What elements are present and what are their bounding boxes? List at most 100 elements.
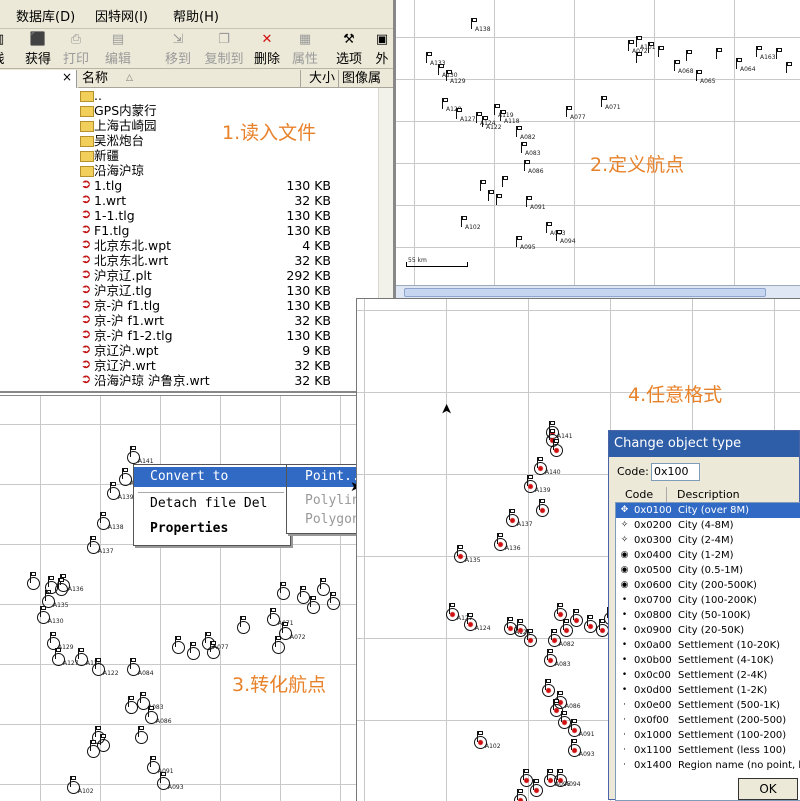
- file-row[interactable]: ➲ 1.wrt 32 KB: [76, 193, 338, 208]
- submenu-item-polygon[interactable]: Polygon: [287, 510, 356, 530]
- object-type-row[interactable]: ◉ 0x0600 City (200-500K): [616, 578, 800, 593]
- waypoint-map-view[interactable]: A138A133A130A129A128A127A124A122A119A118…: [395, 0, 800, 298]
- file-row[interactable]: ➲ 北京东北.wrt 32 KB: [76, 253, 338, 268]
- col-description-header[interactable]: Description: [666, 487, 740, 502]
- waypoint-label: A163: [760, 54, 776, 61]
- file-row[interactable]: ➲ F1.tlg 130 KB: [76, 223, 338, 238]
- ok-button[interactable]: OK: [738, 778, 798, 800]
- object-type-list[interactable]: ✥ 0x0100 City (over 8M) ✧ 0x0200 City (4-8M) ✧…: [615, 502, 800, 801]
- toolbar-button-delete[interactable]: ✕ 删除: [247, 32, 287, 67]
- toolbar-button-get[interactable]: ⬛ 获得: [18, 32, 58, 67]
- file-row[interactable]: ➲ 京辽沪.wrt 32 KB: [76, 358, 338, 373]
- object-type-row[interactable]: ✧ 0x0200 City (4-8M): [616, 518, 800, 533]
- flag-pennant: [564, 619, 569, 623]
- flag-pennant: [508, 617, 513, 621]
- flag-pennant: [787, 62, 792, 66]
- file-row[interactable]: ➲ 北京东北.wpt 4 KB: [76, 238, 338, 253]
- object-type-row[interactable]: • 0x0800 City (50-100K): [616, 608, 800, 623]
- file-row[interactable]: ➲ 京辽沪.wpt 9 KB: [76, 343, 338, 358]
- file-row[interactable]: ➲ 1-1.tlg 130 KB: [76, 208, 338, 223]
- code-label: Code:: [617, 465, 649, 478]
- code-input[interactable]: 0x100: [651, 463, 700, 481]
- object-type-row[interactable]: ✥ 0x0100 City (over 8M): [616, 503, 800, 518]
- flag-pennant: [550, 421, 555, 425]
- menu-internet[interactable]: 因特网(I): [95, 6, 148, 25]
- col-code-header[interactable]: Code: [625, 487, 653, 502]
- waypoint-label: A095: [520, 244, 536, 251]
- object-type-row[interactable]: ◉ 0x0500 City (0.5-1M): [616, 563, 800, 578]
- toolbar-button-move-to[interactable]: ⇲ 移到: [158, 32, 198, 67]
- flag-pennant: [281, 582, 286, 586]
- object-type-row[interactable]: ◉ 0x0400 City (1-2M): [616, 548, 800, 563]
- object-type-row[interactable]: • 0x0a00 Settlement (10-20K): [616, 638, 800, 653]
- folder-row[interactable]: 新疆: [76, 148, 338, 163]
- scrollbar-thumb[interactable]: [404, 288, 766, 297]
- menu-item-properties[interactable]: Properties: [134, 519, 228, 539]
- toolbar-button-copy-to[interactable]: ❐ 复制到: [204, 32, 244, 67]
- waypoint-circle-icon: [55, 583, 68, 596]
- column-header-size[interactable]: 大小: [300, 70, 339, 88]
- folder-row[interactable]: GPS内蒙行: [76, 103, 338, 118]
- object-type-row[interactable]: ✧ 0x0300 City (2-4M): [616, 533, 800, 548]
- toolbar-button-properties[interactable]: ▦ 属性: [285, 32, 325, 67]
- object-type-row[interactable]: · 0x1000 Settlement (100-200): [616, 728, 800, 743]
- convert-map-view[interactable]: A141A140A139A138A137A136A135A130A129A127…: [0, 395, 356, 801]
- folder-tree-pane[interactable]: ×: [0, 70, 77, 391]
- toolbar-button-external[interactable]: ▣ 外: [362, 32, 393, 67]
- object-type-row[interactable]: • 0x0900 City (20-50K): [616, 623, 800, 638]
- object-type-row[interactable]: · 0x1100 Settlement (less 100): [616, 743, 800, 758]
- menu-item-convert-to[interactable]: Convert to▶: [134, 467, 292, 487]
- object-type-row[interactable]: • 0x0700 City (100-200K): [616, 593, 800, 608]
- file-row[interactable]: ➲ 沿海沪琼 沪鲁京.wrt 32 KB: [76, 373, 338, 388]
- waypoint-label: A077: [570, 114, 586, 121]
- menu-database[interactable]: 数据库(D): [16, 6, 75, 25]
- object-type-description: City (100-200K): [678, 595, 757, 606]
- gps-file-icon: ➲: [80, 342, 92, 357]
- waypoint-circle-icon: [570, 614, 583, 627]
- waypoint-circle-icon: [125, 701, 138, 714]
- folder-row[interactable]: 沿海沪琼: [76, 163, 338, 178]
- waypoint-label: A127: [460, 116, 476, 123]
- file-row[interactable]: ➲ 1.tlg 130 KB: [76, 178, 338, 193]
- menu-item-detach-file[interactable]: Detach file Del: [134, 494, 267, 514]
- toolbar-button-edit[interactable]: ▤ 编辑: [98, 32, 138, 67]
- flag-pennant: [525, 160, 530, 164]
- object-type-row[interactable]: • 0x0d00 Settlement (1-2K): [616, 683, 800, 698]
- file-name: 1-1.tlg: [94, 208, 135, 223]
- submenu-item-point[interactable]: Point...: [287, 467, 356, 487]
- flag-pennant: [123, 468, 128, 472]
- object-type-row[interactable]: • 0x0b00 Settlement (4-10K): [616, 653, 800, 668]
- submenu-item-polyline[interactable]: Polyline: [287, 491, 356, 511]
- toolbar-button-print[interactable]: ⎙ 打印: [56, 32, 96, 67]
- flag-pennant: [675, 60, 680, 64]
- object-type-code: 0x0b00: [634, 655, 672, 666]
- folder-row[interactable]: ..: [76, 88, 338, 103]
- flag-pennant: [540, 499, 545, 503]
- toolbar-button-line[interactable]: ▥线: [0, 32, 18, 67]
- menu-help[interactable]: 帮助(H): [173, 6, 219, 25]
- flag-pennant: [101, 734, 106, 738]
- file-row[interactable]: ➲ 沪京辽.tlg 130 KB: [76, 283, 338, 298]
- file-row[interactable]: ➲ 京-沪 f1-2.tlg 130 KB: [76, 328, 338, 343]
- column-header-attr[interactable]: 图像属: [338, 70, 393, 88]
- file-row[interactable]: ➲ 沪京辽.plt 292 KB: [76, 268, 338, 283]
- flag-pennant: [522, 142, 527, 146]
- waypoint-label: A065: [700, 78, 716, 85]
- file-row[interactable]: ➲ 京-沪 f1.tlg 130 KB: [76, 298, 338, 313]
- folder-icon: [80, 151, 94, 162]
- object-type-code: 0x0300: [634, 535, 672, 546]
- map-horizontal-scrollbar[interactable]: [396, 285, 800, 298]
- file-row[interactable]: ➲ 京-沪 f1.wrt 32 KB: [76, 313, 338, 328]
- delete-icon: ✕: [261, 32, 273, 47]
- object-type-row[interactable]: · 0x1400 Region name (no point, big): [616, 758, 800, 773]
- pane-close-button[interactable]: ×: [62, 70, 72, 84]
- object-type-row[interactable]: · 0x0f00 Settlement (200-500): [616, 713, 800, 728]
- object-type-row[interactable]: • 0x0c00 Settlement (2-4K): [616, 668, 800, 683]
- flag-pennant: [79, 648, 84, 652]
- object-type-row[interactable]: · 0x0e00 Settlement (500-1K): [616, 698, 800, 713]
- file-name: 京辽沪.wpt: [94, 343, 159, 358]
- flag-pennant: [101, 512, 106, 516]
- city-symbol-icon: •: [621, 640, 628, 650]
- city-symbol-icon: •: [621, 655, 628, 665]
- column-header-name[interactable]: 名称 △: [78, 70, 300, 88]
